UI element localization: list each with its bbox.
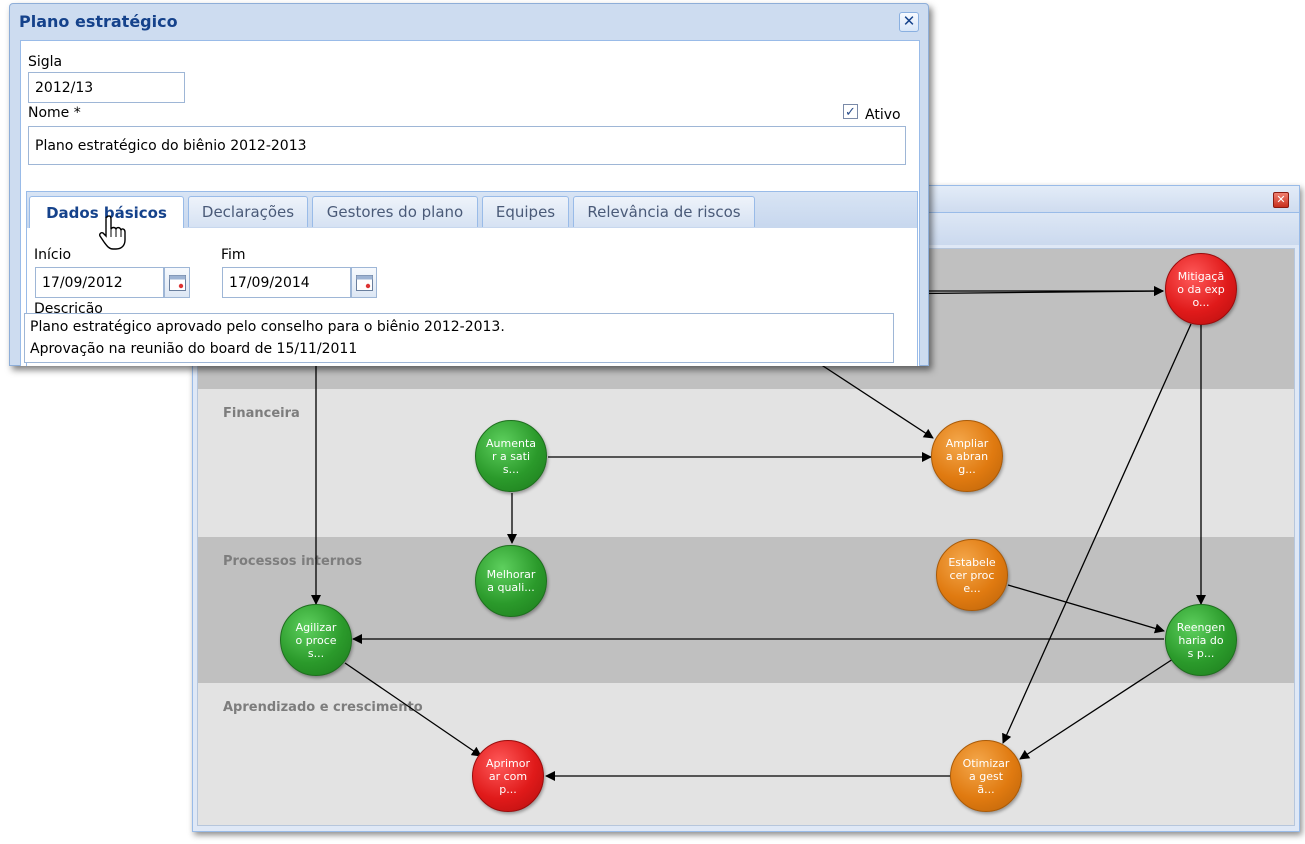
tab-equipes[interactable]: Equipes [482, 196, 569, 227]
objective-node-estabelecer[interactable]: Estabelecer proce... [936, 539, 1008, 611]
descricao-textarea[interactable]: Plano estratégico aprovado pelo conselho… [24, 313, 894, 363]
nome-label: Nome * [28, 105, 81, 121]
close-icon[interactable]: ✕ [899, 12, 919, 32]
objective-node-melhorar[interactable]: Melhorar a quali... [475, 545, 547, 617]
objective-node-aprimorar[interactable]: Aprimorar comp... [472, 740, 544, 812]
tab-gestores-do-plano[interactable]: Gestores do plano [312, 196, 478, 227]
hand-cursor-icon [99, 215, 126, 250]
calendar-icon[interactable] [351, 267, 377, 298]
tab-relevancia-de-riscos[interactable]: Relevância de riscos [573, 196, 755, 227]
arrow [1007, 584, 1165, 634]
objective-node-ampliar[interactable]: Ampliar a abrang... [931, 420, 1003, 492]
fim-label: Fim [221, 247, 246, 263]
arrow [819, 363, 934, 439]
arrow [1002, 323, 1192, 744]
objective-node-agilizar[interactable]: Agilizar o proces... [280, 604, 352, 676]
ativo-label: Ativo [865, 107, 901, 123]
fim-date-input[interactable] [222, 267, 351, 298]
sigla-input[interactable] [28, 72, 185, 103]
dialog-title: Plano estratégico [19, 12, 178, 31]
objective-node-mitigacao[interactable]: Mitigação da expo... [1165, 253, 1237, 325]
nome-input[interactable] [28, 126, 906, 165]
close-icon[interactable]: ✕ [1273, 192, 1289, 208]
arrow [344, 662, 482, 757]
objective-node-reengenharia[interactable]: Reengenharia dos p... [1165, 604, 1237, 676]
descricao-line: Plano estratégico aprovado pelo conselho… [30, 319, 505, 335]
plano-estrategico-dialog: Plano estratégico ✕ Sigla Nome * ✓ Ativo… [9, 3, 929, 366]
descricao-line: Aprovação na reunião do board de 15/11/2… [30, 341, 358, 357]
tab-strip: Dados básicos Declarações Gestores do pl… [26, 191, 918, 229]
inicio-date-input[interactable] [35, 267, 164, 298]
calendar-icon[interactable] [164, 267, 190, 298]
objective-node-aumentar[interactable]: Aumentar a satis... [475, 420, 547, 492]
objective-node-otimizar[interactable]: Otimizar a gestã... [950, 740, 1022, 812]
ativo-checkbox[interactable]: ✓ [843, 104, 858, 119]
inicio-label: Início [34, 247, 72, 263]
sigla-label: Sigla [28, 54, 63, 70]
tab-declaracoes[interactable]: Declarações [188, 196, 308, 227]
arrow [1019, 658, 1174, 760]
